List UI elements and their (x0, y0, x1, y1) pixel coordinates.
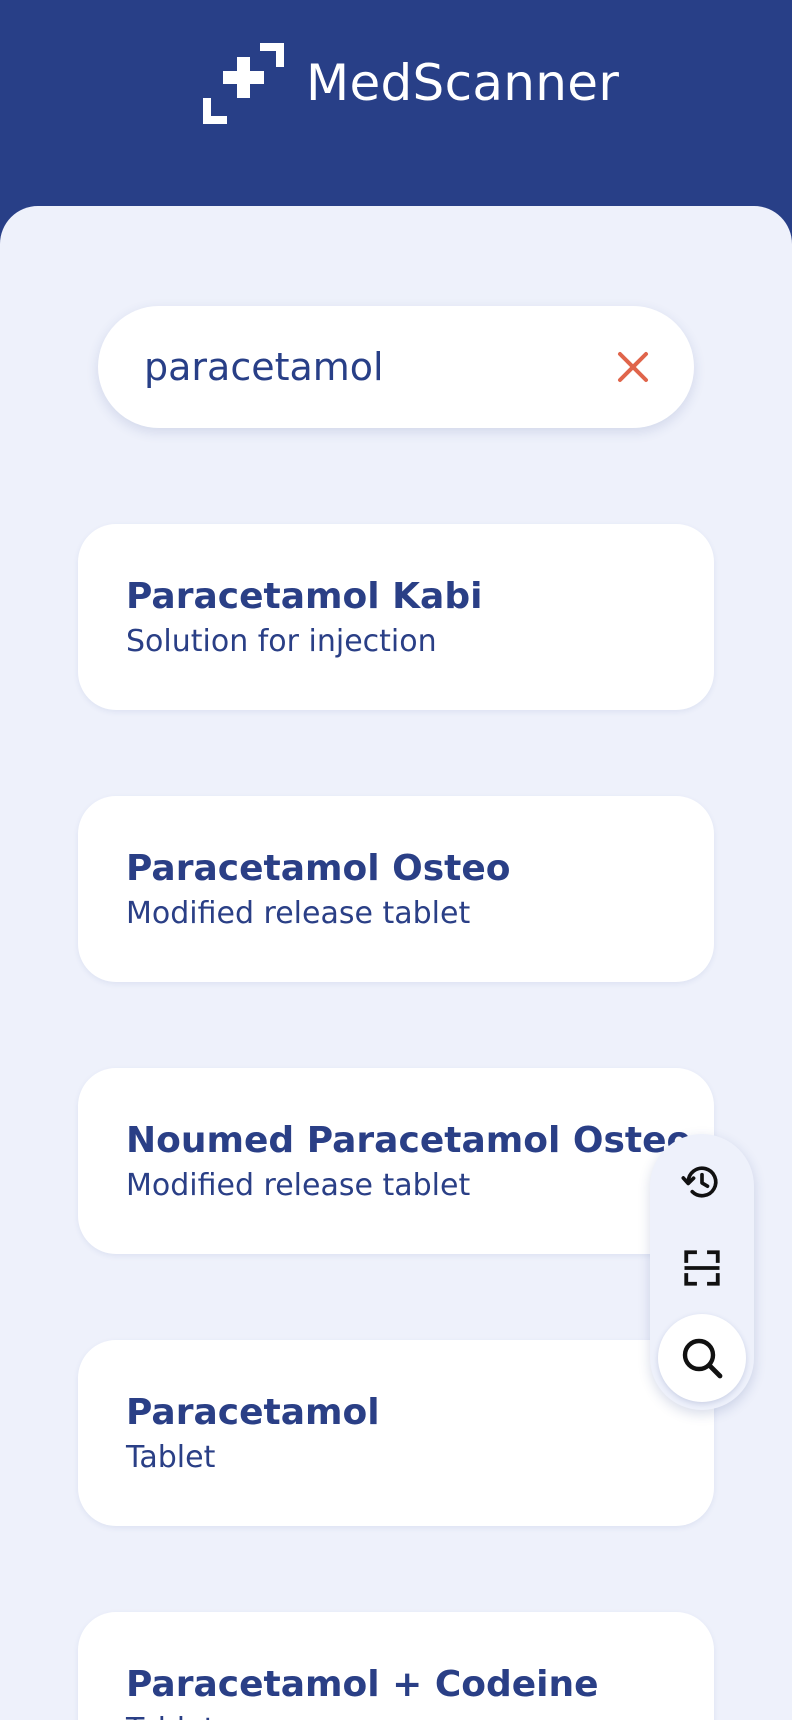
search-icon (682, 1338, 723, 1379)
result-card[interactable]: Noumed Paracetamol Osteo Modified releas… (78, 1068, 714, 1254)
result-name: Paracetamol (126, 1392, 380, 1433)
result-form: Tablet (126, 1440, 216, 1475)
close-icon (618, 352, 648, 382)
result-card[interactable]: Paracetamol Tablet (78, 1340, 714, 1526)
result-form: Solution for injection (126, 624, 437, 659)
result-name: Noumed Paracetamol Osteo (126, 1120, 692, 1161)
app-screen: MedScanner Paracetamol Kabi Solution for… (0, 0, 792, 1720)
search-bar (98, 306, 694, 428)
app-logo: MedScanner (200, 40, 619, 126)
result-card[interactable]: Paracetamol + Codeine Tablet (78, 1612, 714, 1720)
search-input[interactable] (144, 306, 584, 428)
app-header: MedScanner (0, 0, 792, 206)
result-name: Paracetamol Kabi (126, 576, 483, 617)
app-title: MedScanner (306, 54, 620, 112)
result-card[interactable]: Paracetamol Kabi Solution for injection (78, 524, 714, 710)
clear-search-button[interactable] (608, 342, 658, 392)
quick-actions-menu (650, 1134, 754, 1410)
result-card[interactable]: Paracetamol Osteo Modified release table… (78, 796, 714, 982)
result-form: Tablet (126, 1712, 215, 1720)
history-button[interactable] (662, 1142, 742, 1222)
barcode-scan-icon (684, 1250, 720, 1286)
result-form: Modified release tablet (126, 896, 471, 931)
result-name: Paracetamol Osteo (126, 848, 511, 889)
medscanner-logo-icon (203, 43, 284, 124)
scan-button[interactable] (662, 1228, 742, 1308)
search-button[interactable] (658, 1314, 746, 1402)
history-icon (681, 1166, 718, 1198)
result-name: Paracetamol + Codeine (126, 1664, 599, 1705)
result-form: Modified release tablet (126, 1168, 471, 1203)
